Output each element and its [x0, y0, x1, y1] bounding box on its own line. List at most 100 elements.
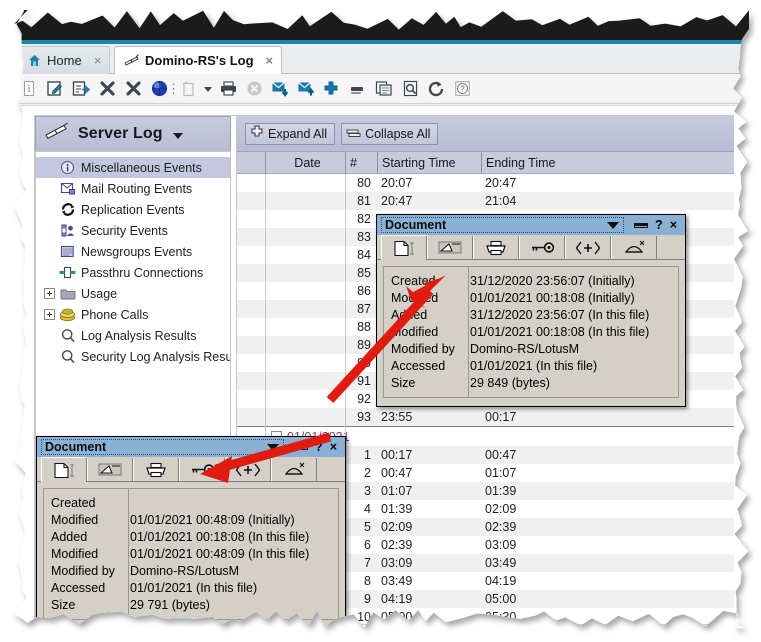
document-properties-dialog-bottom[interactable]: Document ? × [36, 436, 346, 628]
tab-domino-log-close-icon[interactable]: × [266, 53, 274, 68]
sidebar-item-log-analysis-results[interactable]: Log Analysis Results [36, 325, 230, 346]
search-document-icon[interactable] [397, 77, 423, 101]
propbox-tab-advanced[interactable] [565, 236, 611, 259]
propbox-tab-print[interactable] [133, 458, 179, 481]
expand-twisty-icon[interactable] [44, 288, 55, 299]
table-row[interactable]: 8020:0720:47 [237, 174, 734, 192]
row-number-cell: 84 [345, 246, 377, 264]
column-header-select[interactable] [237, 152, 265, 174]
propbox-tab-layout[interactable] [427, 236, 473, 259]
propbox-title-bar[interactable]: Document ? × [37, 437, 345, 457]
row-start-time-cell: 05:00 [377, 608, 481, 624]
document-properties-dialog-top[interactable]: Document ? × [376, 214, 686, 407]
tab-home[interactable]: Home × [18, 46, 110, 74]
minus-icon[interactable] [345, 77, 371, 101]
help-icon[interactable]: ? [655, 218, 663, 232]
edit-document-icon[interactable] [42, 77, 68, 101]
row-select-cell [237, 336, 265, 354]
propbox-tab-security-key[interactable] [519, 236, 565, 259]
table-row[interactable]: 8120:4721:04 [237, 192, 734, 210]
propbox-type-combo[interactable]: Document [41, 439, 284, 455]
navigator-header[interactable]: Server Log [35, 116, 231, 151]
propbox-body: CreatedModified01/01/2021 00:48:09 (Init… [37, 482, 345, 628]
collapse-all-button[interactable]: Collapse All [341, 123, 438, 145]
row-select-cell [237, 300, 265, 318]
sidebar-item-miscellaneous-events[interactable]: Miscellaneous Events [36, 157, 230, 178]
row-start-time-cell: 00:47 [377, 464, 481, 482]
propbox-title-bar[interactable]: Document ? × [377, 215, 685, 235]
chevron-down-icon[interactable] [173, 133, 183, 139]
replication-icon [59, 202, 76, 218]
close-icon[interactable]: × [670, 218, 677, 232]
expand-twisty-icon[interactable] [44, 309, 55, 320]
help-icon[interactable]: ? [315, 440, 323, 454]
sidebar-item-security-events[interactable]: Security Events [36, 220, 230, 241]
propbox-field-value: 01/01/2021 (In this file) [122, 581, 257, 595]
receive-mail-icon[interactable] [267, 77, 293, 101]
propbox-tab-advanced[interactable] [225, 458, 271, 481]
chevron-down-icon[interactable] [607, 222, 619, 229]
row-select-cell [237, 228, 265, 246]
delete-icon-2[interactable] [120, 77, 146, 101]
propbox-field-value: 01/01/2021 00:48:09 (In this file) [122, 547, 309, 561]
tab-home-label: Home [47, 53, 82, 68]
row-end-time-cell: 00:47 [481, 446, 734, 464]
propbox-field-row: Accessed01/01/2021 (In this file) [384, 357, 678, 374]
sidebar-item-replication-events[interactable]: Replication Events [36, 199, 230, 220]
forward-document-icon[interactable] [68, 77, 94, 101]
row-date-cell [265, 174, 345, 192]
propbox-tab-layout[interactable] [87, 458, 133, 481]
row-date-cell [265, 390, 345, 408]
column-header-starting-time[interactable]: Starting Time [377, 152, 481, 174]
row-start-time-cell: 02:39 [377, 536, 481, 554]
propbox-type-combo[interactable]: Document [381, 217, 624, 233]
column-header-number[interactable]: # [345, 152, 377, 174]
propbox-tab-meta[interactable] [271, 458, 317, 481]
table-row[interactable]: 9323:5500:17 [237, 408, 734, 426]
row-date-cell [265, 228, 345, 246]
propbox-tab-print[interactable] [473, 236, 519, 259]
screenshot-root: Home × Domino-RS's Log × [0, 0, 761, 642]
row-select-cell [237, 264, 265, 282]
copy-icon[interactable] [371, 77, 397, 101]
close-icon[interactable]: × [330, 440, 337, 454]
collapse-all-icon [346, 126, 361, 142]
column-header-date[interactable]: Date [265, 152, 345, 174]
chevron-down-icon[interactable] [267, 444, 279, 451]
refresh-icon[interactable] [423, 77, 449, 101]
propbox-tab-meta[interactable] [611, 236, 657, 259]
tab-domino-log[interactable]: Domino-RS's Log × [114, 46, 282, 74]
row-number-cell: 92 [345, 390, 377, 408]
sidebar-item-mail-routing-events[interactable]: Mail Routing Events [36, 178, 230, 199]
propbox-tab-document-fields[interactable] [381, 235, 427, 260]
application-window: Home × Domino-RS's Log × [14, 10, 749, 628]
row-number-cell: 2 [345, 464, 377, 482]
delete-icon[interactable] [94, 77, 120, 101]
minimize-icon[interactable] [294, 445, 308, 450]
cancel-icon[interactable] [241, 77, 267, 101]
propbox-tab-security-key[interactable] [179, 458, 225, 481]
expand-all-button[interactable]: Expand All [245, 123, 335, 145]
sidebar-item-phone-calls[interactable]: Phone Calls [36, 304, 230, 325]
print-icon[interactable] [215, 77, 241, 101]
sidebar-item-passthru-connections[interactable]: Passthru Connections [36, 262, 230, 283]
tab-home-close-icon[interactable]: × [94, 53, 102, 68]
propbox-field-row: Created [44, 494, 338, 511]
help-icon[interactable]: ? [449, 77, 475, 101]
add-icon[interactable] [319, 77, 345, 101]
row-number-cell: 86 [345, 282, 377, 300]
sidebar-item-newsgroups-events[interactable]: Newsgroups Events [36, 241, 230, 262]
row-date-cell [265, 264, 345, 282]
row-select-cell [237, 354, 265, 372]
propbox-field-row: Modified byDomino-RS/LotusM [384, 340, 678, 357]
send-mail-icon[interactable] [293, 77, 319, 101]
minimize-icon[interactable] [634, 223, 648, 228]
new-document-dropdown-caret-icon[interactable] [201, 77, 215, 101]
sidebar-item-usage[interactable]: Usage [36, 283, 230, 304]
document-info-icon[interactable]: i [16, 77, 42, 101]
column-header-ending-time[interactable]: Ending Time [481, 152, 734, 174]
sidebar-item-security-log-analysis-results[interactable]: Security Log Analysis Resu [36, 346, 230, 367]
new-document-icon[interactable] [175, 77, 201, 101]
row-number-cell: 7 [345, 554, 377, 572]
propbox-tab-document-fields[interactable] [41, 457, 87, 482]
